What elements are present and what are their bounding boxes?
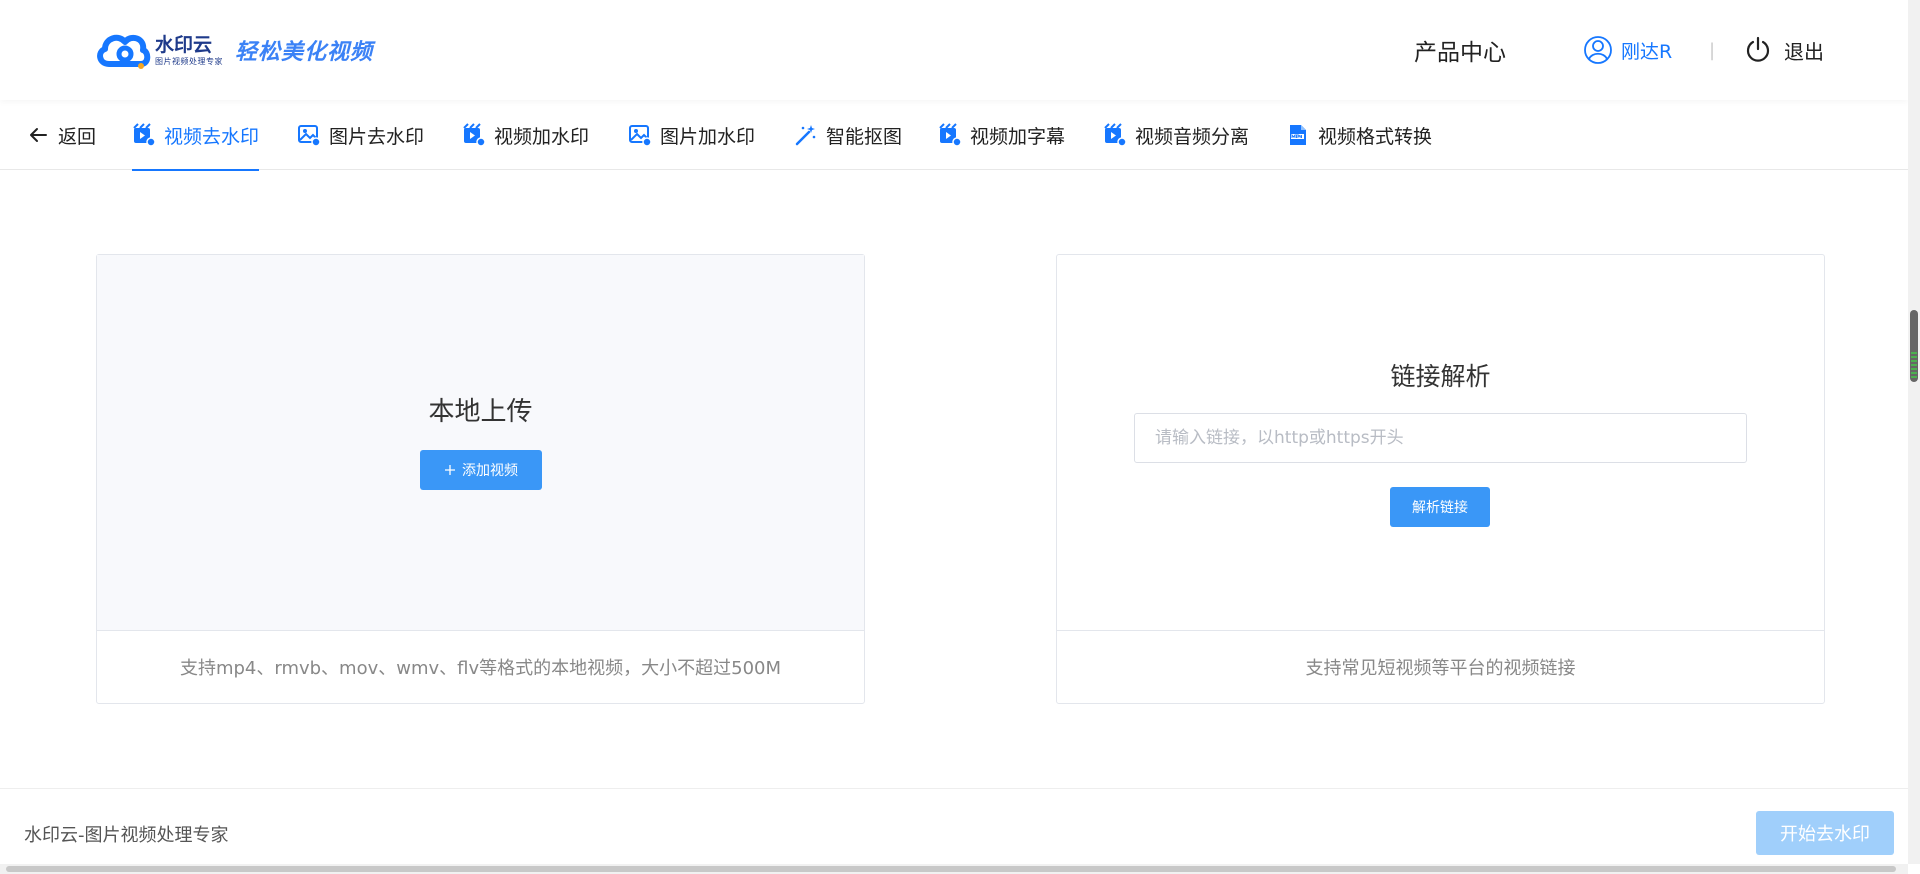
upload-note: 支持mp4、rmvb、mov、wmv、flv等格式的本地视频，大小不超过500M [179, 657, 782, 679]
tab-label: 视频去水印 [164, 125, 260, 148]
footer: 水印云-图片视频处理专家 开始去水印 [0, 788, 1908, 864]
video-audio-split-icon [1104, 123, 1127, 147]
video-remove-watermark-icon [133, 123, 156, 147]
horizontal-scrollbar[interactable] [0, 864, 1908, 874]
add-video-label: 添加视频 [462, 463, 518, 479]
tool-tabs: 返回 视频去水印 图片去水印 视频加水印 图片加水印 智能抠图 视频加字幕 视频… [0, 100, 1908, 171]
vertical-scrollbar-thumb[interactable] [1910, 310, 1918, 382]
product-center-link[interactable]: 产品中心 [1414, 30, 1506, 70]
tab-video-audio-split[interactable]: 视频音频分离 [1103, 100, 1249, 170]
tab-label: 图片加水印 [660, 125, 756, 148]
tab-video-add-watermark[interactable]: 视频加水印 [462, 100, 589, 170]
tab-video-format-convert[interactable]: 视频格式转换 [1286, 100, 1432, 170]
power-icon [1746, 36, 1770, 62]
tab-label: 视频音频分离 [1135, 125, 1250, 148]
tab-image-remove-watermark[interactable]: 图片去水印 [297, 100, 424, 170]
tab-video-subtitle[interactable]: 视频加字幕 [938, 100, 1065, 170]
slogan: 轻松美化视频 [235, 39, 374, 65]
vertical-scrollbar[interactable] [1908, 0, 1920, 864]
parse-link-button[interactable]: 解析链接 [1390, 487, 1490, 527]
local-upload-card: 本地上传 添加视频 支持mp4、rmvb、mov、wmv、flv等格式的本地视频… [96, 254, 865, 704]
header-separator: | [1709, 39, 1716, 61]
parse-note: 支持常见短视频等平台的视频链接 [1305, 657, 1576, 679]
upload-title: 本地上传 [428, 397, 533, 427]
tab-smart-cutout[interactable]: 智能抠图 [794, 100, 902, 170]
mp4-file-icon [1290, 125, 1306, 145]
footer-text: 水印云-图片视频处理专家 [24, 825, 229, 846]
tab-label: 图片去水印 [329, 125, 425, 148]
upload-dropzone[interactable]: 本地上传 添加视频 [97, 255, 864, 631]
tab-image-add-watermark[interactable]: 图片加水印 [628, 100, 755, 170]
link-parse-card: 链接解析 解析链接 支持常见短视频等平台的视频链接 [1056, 254, 1825, 704]
parse-title: 链接解析 [1390, 362, 1491, 391]
tab-label: 视频加字幕 [970, 125, 1066, 148]
video-add-watermark-icon [463, 123, 486, 147]
tab-label: 视频加水印 [494, 125, 590, 148]
add-video-button[interactable]: 添加视频 [420, 450, 542, 490]
plus-icon [445, 465, 455, 475]
back-label: 返回 [58, 125, 97, 148]
logout-label: 退出 [1784, 39, 1824, 64]
brand-subtitle: 图片视频处理专家 [155, 56, 223, 66]
image-add-watermark-icon [629, 125, 652, 147]
horizontal-scrollbar-thumb[interactable] [6, 866, 1896, 872]
logout-button[interactable]: 退出 [1744, 30, 1824, 70]
tab-video-remove-watermark[interactable]: 视频去水印 [132, 100, 260, 171]
username: 刚达R [1621, 40, 1673, 63]
image-remove-watermark-icon [298, 125, 321, 147]
start-remove-watermark-button[interactable]: 开始去水印 [1756, 811, 1894, 855]
user-menu[interactable]: 刚达R [1583, 30, 1672, 70]
tab-label: 智能抠图 [826, 125, 903, 148]
brand-name: 水印云 [155, 33, 213, 56]
video-subtitle-icon [939, 123, 962, 147]
magic-wand-icon [795, 125, 816, 146]
back-button[interactable]: 返回 [26, 100, 96, 170]
logo[interactable]: 水印云 图片视频处理专家 轻松美化视频 [95, 28, 373, 72]
header: 水印云 图片视频处理专家 轻松美化视频 产品中心 刚达R | 退出 [0, 0, 1908, 100]
user-avatar-icon [1584, 36, 1612, 64]
link-parse-area: 链接解析 解析链接 [1057, 255, 1824, 631]
link-input[interactable] [1134, 413, 1747, 463]
cloud-logo-icon [97, 34, 151, 69]
arrow-left-icon [30, 128, 47, 142]
tab-label: 视频格式转换 [1318, 125, 1433, 148]
